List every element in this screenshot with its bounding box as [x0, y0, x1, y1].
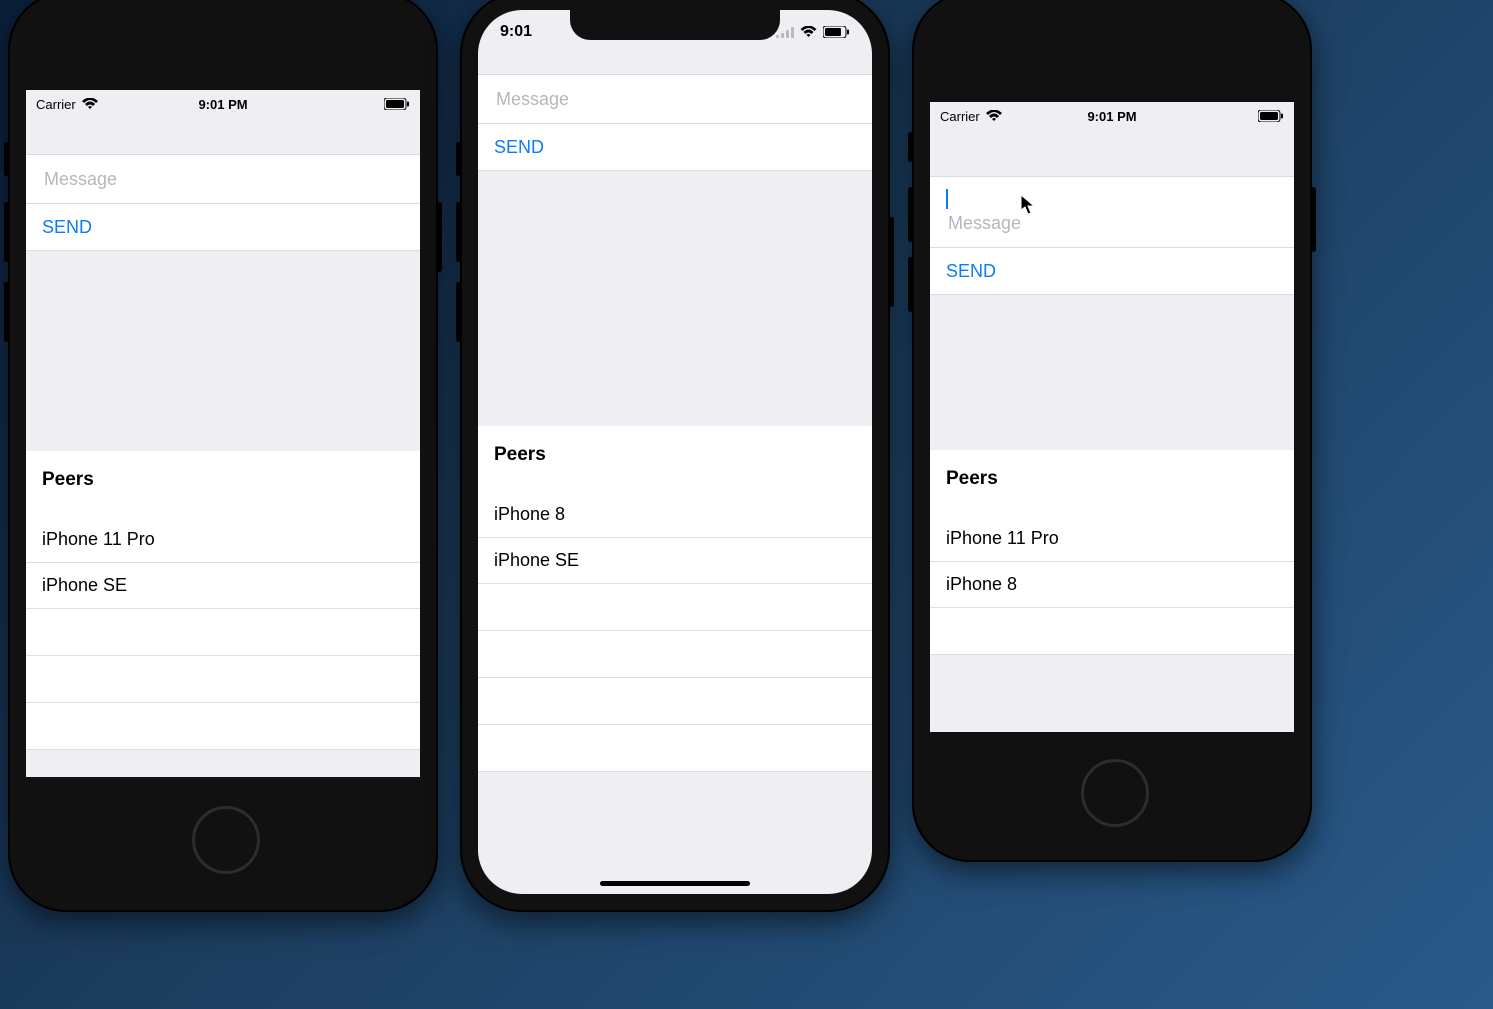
peers-list: iPhone 8 iPhone SE	[478, 492, 872, 772]
peer-item[interactable]: iPhone 8	[478, 492, 872, 538]
carrier-label: Carrier	[36, 97, 76, 112]
status-bar: Carrier 9:01 PM	[930, 102, 1294, 128]
send-button[interactable]: SEND	[930, 248, 1294, 295]
wifi-icon	[986, 110, 1002, 122]
peers-heading: Peers	[478, 426, 872, 492]
clock-label: 9:01 PM	[198, 97, 247, 112]
clock-label: 9:01	[500, 23, 532, 41]
carrier-label: Carrier	[940, 109, 980, 124]
list-item	[478, 631, 872, 678]
message-input[interactable]	[494, 87, 860, 111]
peer-item[interactable]: iPhone SE	[26, 563, 420, 609]
list-item	[478, 725, 872, 772]
list-item	[478, 678, 872, 725]
wifi-icon	[82, 98, 98, 110]
peer-item[interactable]: iPhone 8	[930, 562, 1294, 608]
screen: Carrier 9:01 PM SEND Peers iPhone 11 Pro…	[930, 102, 1294, 732]
cellular-icon	[776, 27, 794, 38]
battery-icon	[384, 98, 410, 110]
text-cursor	[946, 189, 948, 209]
list-item	[26, 703, 420, 750]
battery-icon	[1258, 110, 1284, 122]
home-button[interactable]	[1081, 759, 1149, 827]
peer-item[interactable]: iPhone 11 Pro	[930, 516, 1294, 562]
message-input-row[interactable]	[26, 154, 420, 204]
list-item	[26, 609, 420, 656]
message-input[interactable]	[42, 167, 408, 191]
peers-list: iPhone 11 Pro iPhone SE	[26, 517, 420, 750]
home-indicator[interactable]	[600, 881, 750, 886]
wifi-icon	[800, 26, 817, 38]
peer-item[interactable]: iPhone 11 Pro	[26, 517, 420, 563]
screen: 9:01 SEND Peers	[478, 10, 872, 894]
message-input[interactable]	[946, 211, 1278, 235]
peers-heading: Peers	[26, 451, 420, 517]
send-button[interactable]: SEND	[26, 204, 420, 251]
home-button[interactable]	[192, 806, 260, 874]
message-input-row[interactable]	[478, 74, 872, 124]
battery-icon	[823, 26, 850, 38]
device-iphone-11-pro: 9:01 SEND Peers	[460, 0, 890, 912]
notch	[570, 10, 780, 40]
clock-label: 9:01 PM	[1087, 109, 1136, 124]
peers-heading: Peers	[930, 450, 1294, 516]
status-bar: Carrier 9:01 PM	[26, 90, 420, 116]
send-button[interactable]: SEND	[478, 124, 872, 171]
peers-list: iPhone 11 Pro iPhone 8	[930, 516, 1294, 655]
peer-item[interactable]: iPhone SE	[478, 538, 872, 584]
message-input-row[interactable]	[930, 176, 1294, 248]
screen: Carrier 9:01 PM SEND Peers iPhone 11 Pro…	[26, 90, 420, 777]
device-iphone-se: Carrier 9:01 PM SEND Peers iPhone 11 Pro…	[912, 0, 1312, 862]
device-iphone-8: Carrier 9:01 PM SEND Peers iPhone 11 Pro…	[8, 0, 438, 912]
list-item	[26, 656, 420, 703]
list-item	[478, 584, 872, 631]
list-item	[930, 608, 1294, 655]
